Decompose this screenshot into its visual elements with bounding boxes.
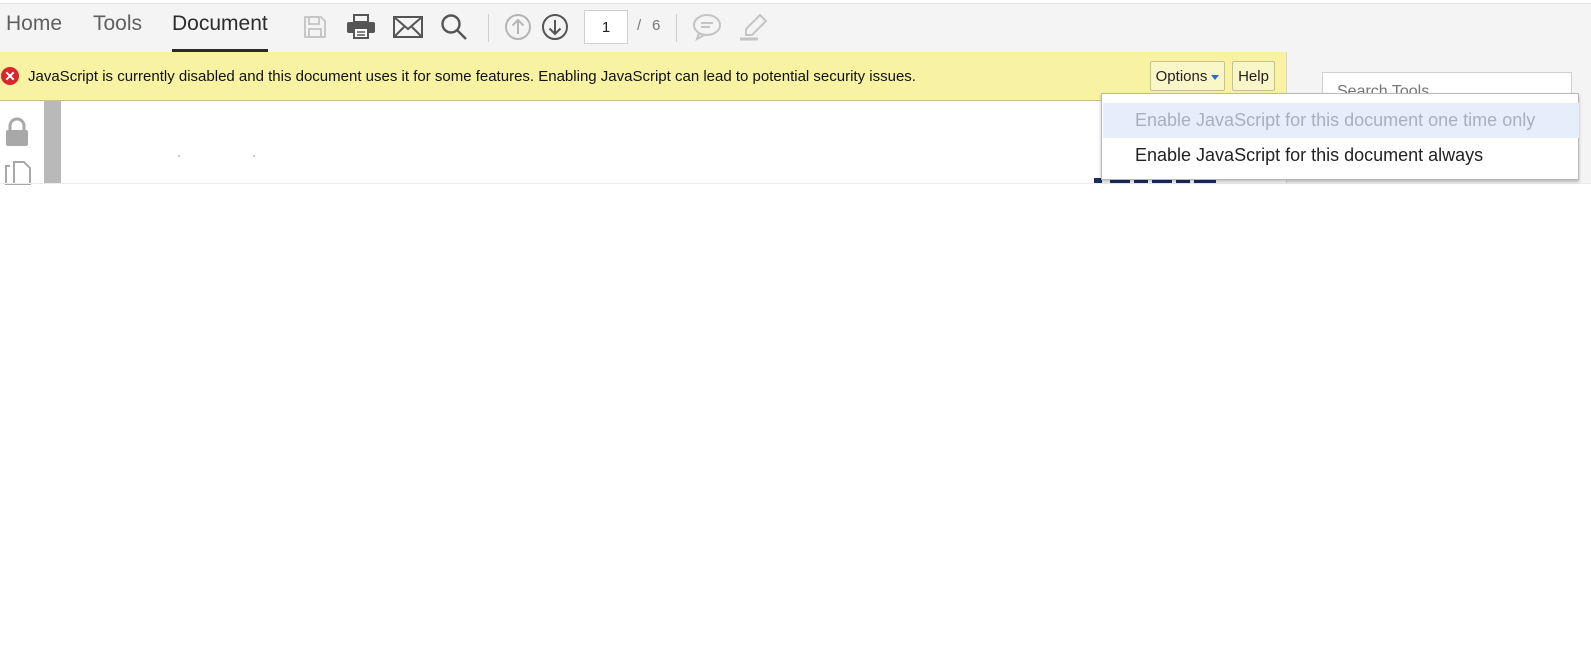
page-down-icon[interactable] (538, 10, 572, 44)
options-button[interactable]: Options (1150, 61, 1225, 91)
highlight-icon[interactable] (736, 10, 770, 44)
menu-item-enable-javascript-once: Enable JavaScript for this document one … (1103, 103, 1579, 138)
page-total: 6 (652, 17, 661, 34)
page-content-speck (253, 155, 255, 157)
save-icon[interactable] (298, 10, 332, 44)
options-dropdown-menu: Enable JavaScript for this document one … (1101, 93, 1579, 180)
error-icon (0, 66, 20, 86)
panel-splitter[interactable] (44, 101, 61, 184)
toolbar-separator (488, 14, 489, 42)
search-icon[interactable] (437, 10, 471, 44)
lock-icon[interactable] (4, 117, 30, 152)
email-icon[interactable] (391, 10, 425, 44)
menu-item-enable-javascript-always[interactable]: Enable JavaScript for this document alwa… (1103, 138, 1579, 173)
comment-icon[interactable] (690, 10, 724, 44)
toolbar-separator (676, 14, 677, 42)
help-button[interactable]: Help (1232, 61, 1275, 91)
javascript-warning-bar: JavaScript is currently disabled and thi… (0, 52, 1286, 101)
chevron-down-icon (1211, 74, 1220, 80)
tab-document[interactable]: Document (172, 12, 268, 52)
print-icon[interactable] (344, 10, 378, 44)
options-button-label: Options (1155, 67, 1208, 85)
main-toolbar: Home Tools Document 1 / 6 (0, 4, 1591, 52)
viewport-bottom-edge (0, 183, 1591, 184)
javascript-warning-message: JavaScript is currently disabled and thi… (28, 68, 916, 85)
tab-home[interactable]: Home (6, 12, 62, 50)
tab-tools[interactable]: Tools (93, 12, 142, 50)
page-content-speck (178, 155, 180, 157)
page-number-input[interactable] (584, 10, 628, 44)
page-separator: / (637, 17, 642, 34)
page-up-icon[interactable] (501, 10, 535, 44)
pages-icon[interactable] (4, 161, 32, 190)
help-button-label: Help (1238, 67, 1269, 85)
left-navigation-rail (0, 101, 44, 185)
